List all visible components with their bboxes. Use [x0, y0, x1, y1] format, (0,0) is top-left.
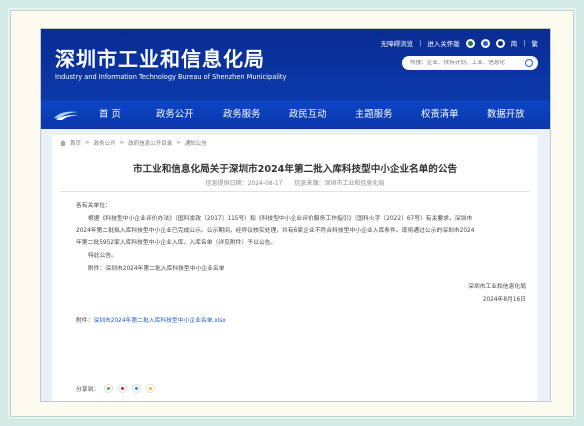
- article-body-line: 年第二批5952家入库科技型中小企业入库，入库名单（详见附件）予以公告。: [76, 240, 277, 246]
- article-closing: 特此公告。: [88, 253, 117, 259]
- signature: 深圳市工业和信息化局: [468, 284, 526, 290]
- breadcrumb-separator: >: [176, 140, 181, 146]
- share-weibo-icon[interactable]: [118, 384, 128, 393]
- share-qq-icon[interactable]: [132, 384, 142, 393]
- site-title[interactable]: 深圳市工业和信息化局: [55, 43, 265, 72]
- separator: |: [419, 39, 422, 47]
- nav-responsibility-list[interactable]: 权责清单: [421, 101, 459, 129]
- article-body-line: 2024年第二批拟入库科技型中小企业已完成公示。公示期间，经异议核实处理，共有6…: [76, 228, 475, 234]
- breadcrumb-info-catalog[interactable]: 政府信息公开目录: [128, 139, 172, 147]
- article-meta: 信息提供日期：2024-08-17 信息来源：深圳市工业和信息化局: [52, 178, 538, 187]
- breadcrumb-separator: >: [85, 140, 90, 146]
- attachment-note: 附件：深圳市2024年第二批入库科技型中小企业名单: [88, 266, 225, 272]
- wechat-icon[interactable]: [480, 38, 490, 48]
- info-source: 信息来源：深圳市工业和信息化局: [294, 180, 385, 187]
- emblem-icon: [54, 111, 78, 120]
- article-greeting: 各有关单位：: [76, 203, 111, 209]
- attachment-file-link[interactable]: 深圳市2024年第二批入库科技型中小企业名单.xlsx: [93, 318, 225, 324]
- traditional-link[interactable]: 繁: [532, 38, 539, 48]
- top-links: 无障碍浏览 | 进入关怀版 简 | 繁: [381, 37, 538, 49]
- breadcrumb-notices[interactable]: 通知公告: [185, 139, 207, 147]
- nav-open-data[interactable]: 数据开放: [487, 101, 525, 129]
- publish-date: 信息提供日期：2024-08-17: [205, 180, 283, 187]
- breadcrumb-gov-affairs[interactable]: 政务公开: [94, 139, 116, 147]
- breadcrumb: 首页 > 政务公开 > 政府信息公开目录 > 通知公告: [60, 139, 207, 147]
- breadcrumb-home[interactable]: 首页: [70, 139, 81, 147]
- search-input[interactable]: [410, 60, 522, 66]
- article-body-line: 根据《科技型中小企业评价办法》（国科发政〔2017〕115号）和《科技型中小企业…: [88, 216, 473, 222]
- search-icon[interactable]: [525, 59, 533, 67]
- share-bar: 分享到：: [76, 384, 156, 393]
- nav-home[interactable]: 首 页: [99, 101, 121, 129]
- browser-page: 深圳市工业和信息化局 Industry and Information Tech…: [40, 28, 551, 402]
- weibo-icon[interactable]: [465, 38, 475, 48]
- article-title: 市工业和信息化局关于深圳市2024年第二批入库科技型中小企业名单的公告: [132, 164, 458, 175]
- main-nav: 首 页 政务公开 政务服务 政民互动 主题服务 权责清单 数据开放: [41, 101, 550, 129]
- share-wechat-icon[interactable]: [104, 384, 114, 393]
- article-panel: 首页 > 政务公开 > 政府信息公开目录 > 通知公告 市工业和信息化局关于深圳…: [52, 135, 538, 401]
- share-qzone-icon[interactable]: [146, 384, 156, 393]
- attachment-row: 附件：深圳市2024年第二批入库科技型中小企业名单.xlsx: [76, 315, 226, 324]
- care-mode-link[interactable]: 进入关怀版: [427, 38, 460, 48]
- page-body: 首页 > 政务公开 > 政府信息公开目录 > 通知公告 市工业和信息化局关于深圳…: [41, 129, 550, 401]
- nav-gov-affairs[interactable]: 政务公开: [156, 101, 194, 129]
- separator: |: [523, 39, 526, 47]
- attachment-label: 附件：: [76, 318, 94, 324]
- sign-date: 2024年8月16日: [482, 297, 526, 303]
- nav-topics[interactable]: 主题服务: [355, 101, 393, 129]
- title-divider: [60, 191, 530, 192]
- accessibility-link[interactable]: 无障碍浏览: [381, 38, 414, 48]
- app-icon[interactable]: [495, 38, 505, 48]
- search-box[interactable]: [402, 56, 538, 70]
- breadcrumb-separator: >: [119, 140, 125, 146]
- site-header: 深圳市工业和信息化局 Industry and Information Tech…: [41, 29, 550, 101]
- share-label: 分享到：: [76, 387, 100, 393]
- site-subtitle: Industry and Information Technology Bure…: [55, 73, 287, 81]
- nav-interaction[interactable]: 政民互动: [289, 101, 327, 129]
- home-icon: [60, 140, 66, 146]
- nav-gov-services[interactable]: 政务服务: [223, 101, 261, 129]
- simplified-link[interactable]: 简: [511, 38, 518, 48]
